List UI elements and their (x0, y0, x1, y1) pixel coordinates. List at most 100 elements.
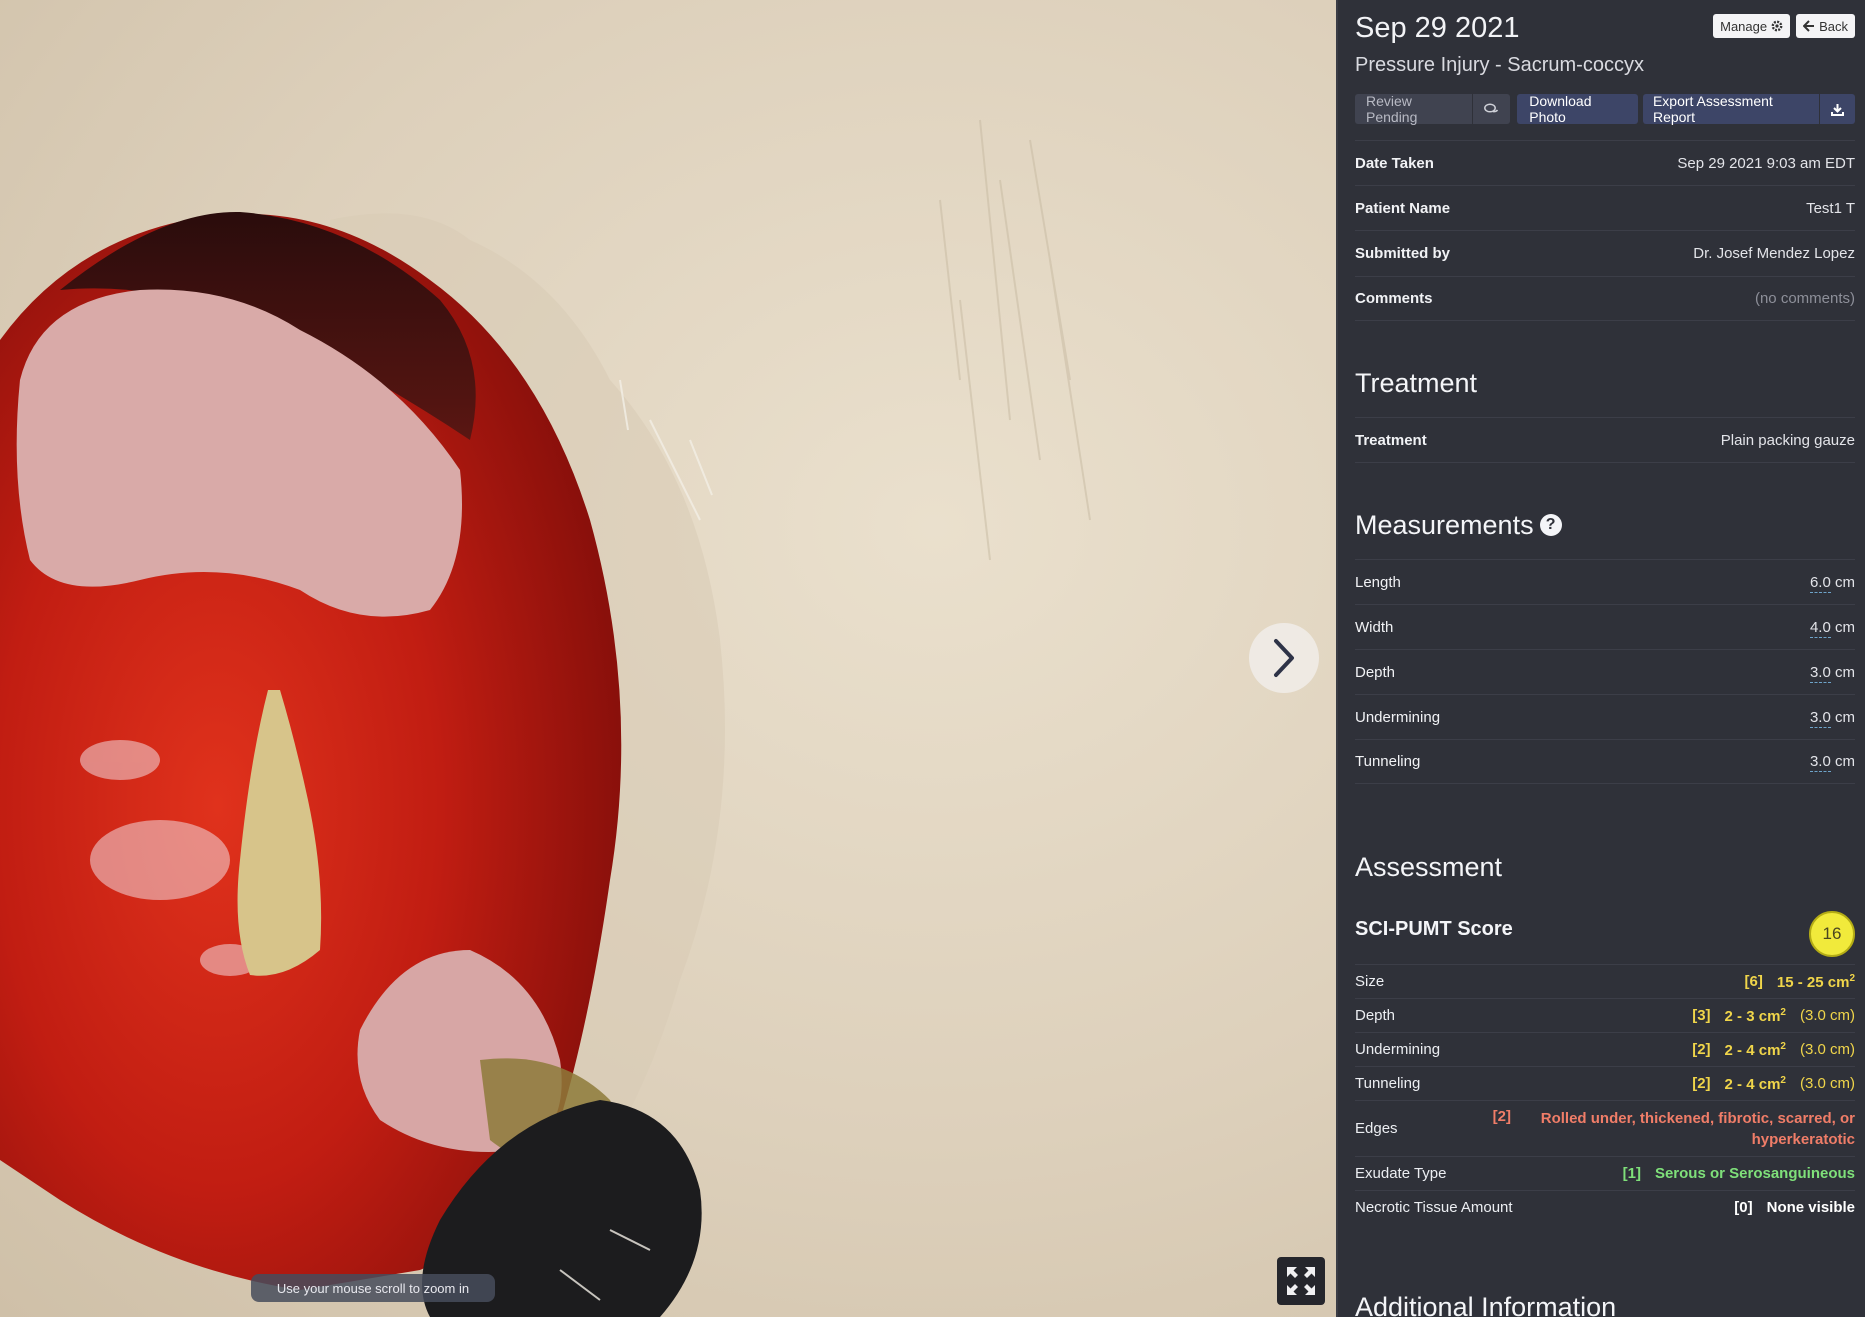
gear-icon (1771, 20, 1783, 32)
score-row-necrotic: Necrotic Tissue Amount [0] None visible (1355, 1190, 1855, 1224)
photo-viewer[interactable]: Use your mouse scroll to zoom in (0, 0, 1336, 1317)
score-label: SCI-PUMT Score (1355, 918, 1513, 940)
measurement-unit: cm (1835, 753, 1855, 770)
detail-row-date-taken: Date Taken Sep 29 2021 9:03 am EDT (1355, 140, 1855, 185)
measurement-value[interactable]: 3.0 (1809, 708, 1831, 728)
fullscreen-icon (1287, 1267, 1315, 1295)
score-row-desc: 2 - 4 cm (1724, 1041, 1781, 1059)
back-button[interactable]: Back (1796, 14, 1855, 38)
export-download-button[interactable] (1818, 94, 1855, 124)
measurement-row-undermining: Undermining 3.0 cm (1355, 694, 1855, 739)
zoom-hint: Use your mouse scroll to zoom in (251, 1274, 495, 1302)
measurement-label: Undermining (1355, 708, 1441, 726)
treatment-value: Plain packing gauze (1720, 431, 1855, 449)
measurement-label: Depth (1355, 663, 1396, 681)
assessment-panel: Manage Back Sep 29 2021 Pressure Injury … (1336, 0, 1865, 1317)
measurement-label: Tunneling (1355, 753, 1421, 770)
score-row-desc: 2 - 4 cm (1724, 1075, 1781, 1093)
action-bar: Review Pending Download Photo Export Ass… (1355, 93, 1855, 125)
detail-value: Sep 29 2021 9:03 am EDT (1677, 154, 1855, 172)
treatment-label: Treatment (1355, 431, 1427, 449)
wound-photo (0, 119, 1091, 1317)
measurement-unit: cm (1835, 618, 1855, 636)
arrow-left-icon (1803, 20, 1815, 32)
top-actions: Manage Back (1713, 14, 1855, 38)
score-row-tunneling: Tunneling [2] 2 - 4 cm2 (3.0 cm) (1355, 1066, 1855, 1100)
measurement-value[interactable]: 4.0 (1809, 618, 1831, 638)
score-row-desc: Serous or Serosanguineous (1654, 1165, 1855, 1182)
score-row-label: Necrotic Tissue Amount (1355, 1199, 1513, 1216)
detail-value: Dr. Josef Mendez Lopez (1693, 245, 1855, 262)
score-badge: 16 (1809, 911, 1855, 957)
next-photo-button[interactable] (1249, 623, 1319, 693)
fullscreen-button[interactable] (1277, 1257, 1325, 1305)
question-circle-icon[interactable]: ? (1539, 513, 1562, 536)
manage-button[interactable]: Manage (1713, 14, 1791, 38)
score-row-extra: (3.0 cm) (1799, 1041, 1855, 1058)
score-row-size: Size [6] 15 - 25 cm2 (1355, 964, 1855, 998)
measurement-unit: cm (1835, 573, 1855, 591)
treatment-heading: Treatment (1355, 368, 1478, 398)
detail-row-submitted-by: Submitted by Dr. Josef Mendez Lopez (1355, 230, 1855, 276)
score-row-sup: 2 (1780, 1074, 1786, 1086)
review-pending-button[interactable]: Review Pending (1355, 93, 1473, 125)
score-row-points: [0] (1734, 1199, 1753, 1216)
score-row-extra: (3.0 cm) (1799, 1075, 1855, 1092)
score-row-sup: 2 (1780, 1006, 1786, 1018)
download-photo-button[interactable]: Download Photo (1517, 93, 1638, 125)
detail-value: Test1 T (1806, 199, 1855, 217)
detail-label: Submitted by (1355, 245, 1451, 262)
score-row-desc: 2 - 3 cm (1724, 1007, 1781, 1025)
score-row-sup: 2 (1849, 972, 1855, 984)
score-row-desc: Rolled under, thickened, fibrotic, scarr… (1540, 1109, 1855, 1148)
detail-value: (no comments) (1754, 290, 1855, 307)
score-row-extra: (3.0 cm) (1799, 1007, 1855, 1024)
wound-subtitle: Pressure Injury - Sacrum-coccyx (1355, 54, 1644, 76)
detail-row-patient-name: Patient Name Test1 T (1355, 185, 1855, 230)
comments-button[interactable] (1472, 94, 1511, 124)
measurement-label: Length (1355, 573, 1401, 591)
score-row-label: Undermining (1355, 1041, 1441, 1058)
export-report-button[interactable]: Export Assessment Report (1642, 93, 1819, 125)
measurement-value[interactable]: 6.0 (1809, 573, 1831, 593)
score-row-points: [2] (1492, 1107, 1511, 1125)
detail-label: Comments (1355, 290, 1433, 307)
score-row-sup: 2 (1780, 1040, 1786, 1052)
score-row-points: [3] (1692, 1007, 1711, 1024)
manage-label: Manage (1720, 18, 1768, 34)
score-row-depth: Depth [3] 2 - 3 cm2 (3.0 cm) (1355, 998, 1855, 1032)
measurement-value[interactable]: 3.0 (1809, 753, 1831, 772)
score-row-label: Edges (1355, 1120, 1398, 1137)
back-label: Back (1819, 18, 1848, 34)
score-row-label: Size (1355, 973, 1385, 990)
score-row-points: [1] (1622, 1165, 1641, 1182)
measurement-value[interactable]: 3.0 (1809, 663, 1831, 683)
detail-row-comments: Comments (no comments) (1355, 276, 1855, 321)
measurements-heading: Measurements? (1355, 510, 1562, 541)
score-row-desc: None visible (1766, 1199, 1855, 1216)
score-row-points: [2] (1692, 1041, 1711, 1058)
measurement-row-tunneling: Tunneling 3.0 cm (1355, 739, 1855, 784)
score-row-undermining: Undermining [2] 2 - 4 cm2 (3.0 cm) (1355, 1032, 1855, 1066)
detail-label: Date Taken (1355, 154, 1434, 172)
measurements-heading-text: Measurements (1355, 510, 1534, 540)
measurement-unit: cm (1835, 663, 1855, 681)
score-row-label: Exudate Type (1355, 1165, 1447, 1182)
score-row-edges: Edges [2] Rolled under, thickened, fibro… (1355, 1100, 1855, 1156)
score-row-points: [6] (1744, 973, 1763, 990)
measurement-row-length: Length 6.0 cm (1355, 559, 1855, 604)
measurement-row-depth: Depth 3.0 cm (1355, 649, 1855, 694)
measurement-label: Width (1355, 618, 1394, 636)
score-row-desc: 15 - 25 cm (1776, 973, 1850, 991)
detail-label: Patient Name (1355, 199, 1451, 217)
score-row-label: Depth (1355, 1007, 1396, 1024)
download-icon (1830, 103, 1844, 116)
comments-icon (1484, 103, 1499, 113)
treatment-row: Treatment Plain packing gauze (1355, 417, 1855, 463)
assessment-heading: Assessment (1355, 852, 1503, 882)
page-title: Sep 29 2021 (1355, 12, 1520, 44)
measurement-unit: cm (1835, 708, 1855, 726)
chevron-right-icon (1274, 639, 1294, 677)
additional-info-heading: Additional Information (1355, 1292, 1617, 1317)
score-row-exudate: Exudate Type [1] Serous or Serosanguineo… (1355, 1156, 1855, 1190)
